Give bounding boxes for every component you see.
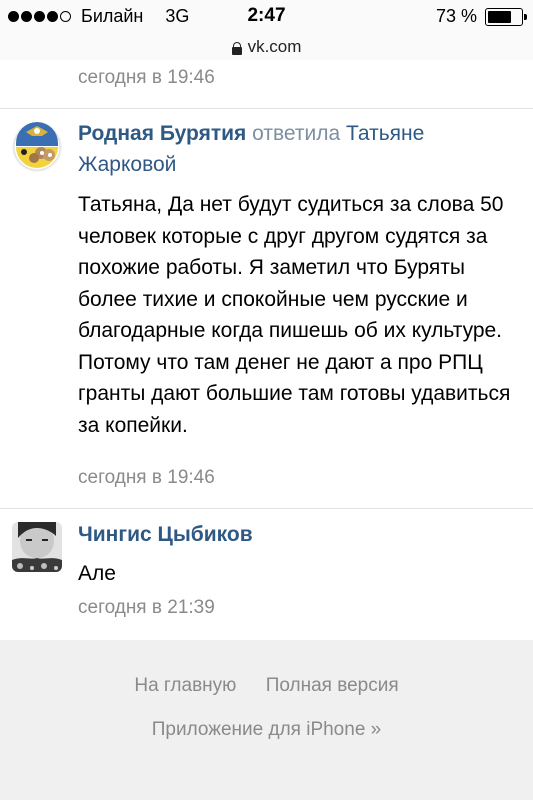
comment-header: Родная Бурятия ответила Татьяне Жарковой <box>78 118 518 180</box>
comment-header: Чингис Цыбиков <box>78 519 518 550</box>
battery-fill <box>488 10 512 23</box>
iphone-app-link[interactable]: Приложение для iPhone » <box>0 719 533 741</box>
comment-text: Але <box>78 562 116 585</box>
url-text: vk.com <box>247 37 302 56</box>
comment-date[interactable]: сегодня в 21:39 <box>78 597 215 619</box>
divider <box>0 508 533 509</box>
divider <box>0 108 533 109</box>
reply-action: ответила <box>252 122 341 145</box>
lock-icon <box>231 41 242 55</box>
battery-percent: 73 % <box>435 6 477 26</box>
status-right: 73 % <box>435 6 527 27</box>
author-name[interactable]: Чингис Цыбиков <box>78 523 253 546</box>
avatar[interactable] <box>12 122 62 172</box>
full-version-link[interactable]: Полная версия <box>266 675 399 696</box>
author-name[interactable]: Родная Бурятия <box>78 122 246 145</box>
home-link[interactable]: На главную <box>134 675 236 696</box>
comment-text: Татьяна, Да нет будут судиться за слова … <box>78 193 511 437</box>
user-photo-icon <box>12 522 62 572</box>
footer: На главную Полная версия Приложение для … <box>0 640 533 800</box>
avatar[interactable] <box>12 522 62 572</box>
battery-icon <box>485 7 527 26</box>
address-bar[interactable]: vk.com <box>0 34 533 60</box>
footer-links: На главную Полная версия <box>0 675 533 697</box>
comment-date[interactable]: сегодня в 19:46 <box>78 67 215 89</box>
buryatia-avatar-icon <box>12 122 62 172</box>
status-bar: Билайн 3G 2:47 73 % <box>0 0 533 34</box>
comment-date[interactable]: сегодня в 19:46 <box>78 467 215 489</box>
